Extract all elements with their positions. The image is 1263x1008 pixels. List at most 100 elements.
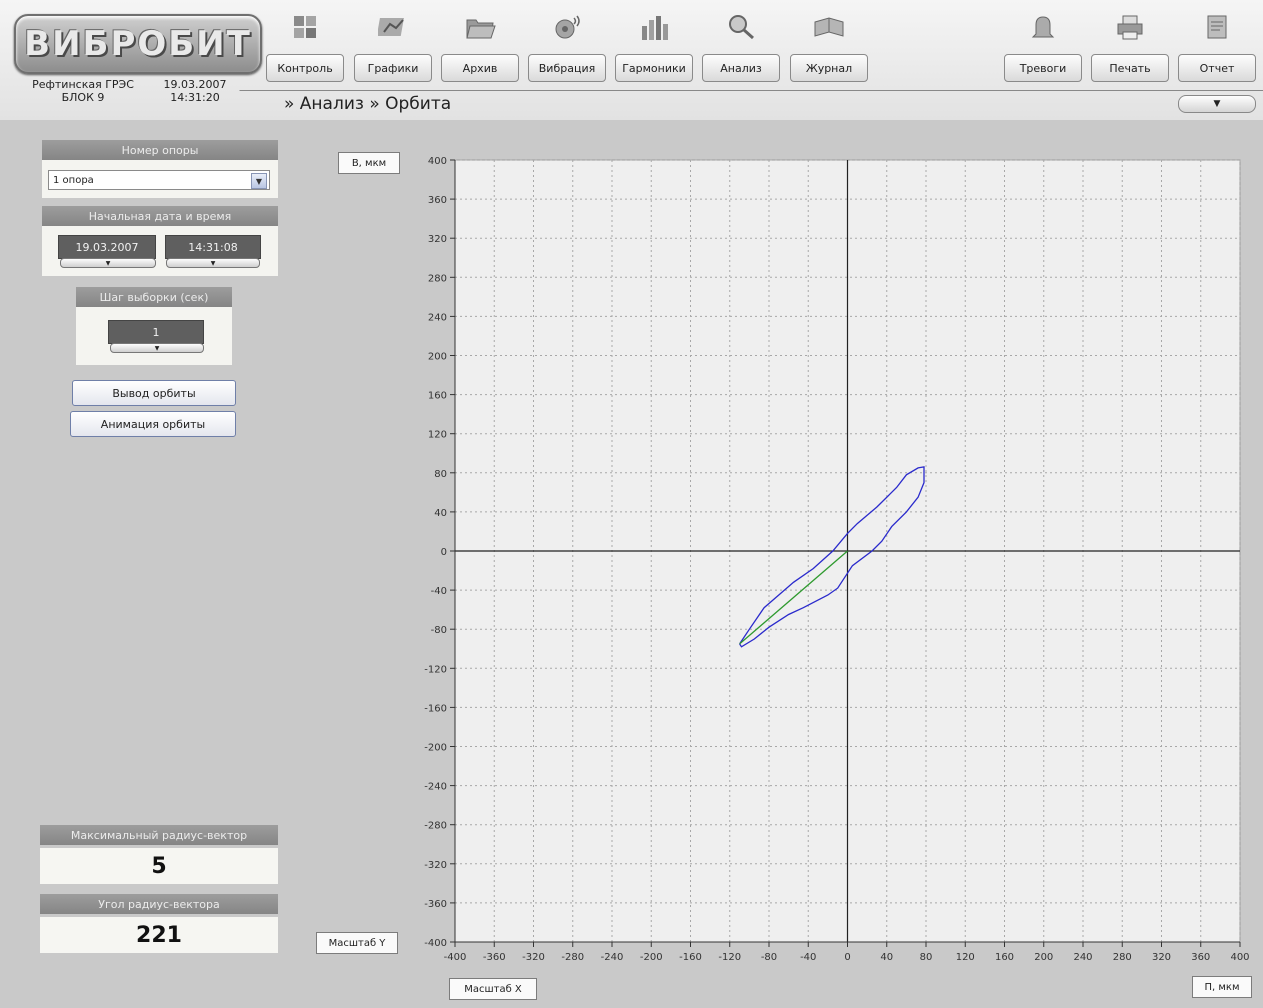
nav-label: Анализ <box>702 54 780 82</box>
folder-icon <box>463 10 497 44</box>
x-tick-label: -120 <box>718 952 741 963</box>
nav-control-button[interactable]: Контроль <box>266 10 344 84</box>
x-tick-label: 320 <box>1152 952 1171 963</box>
x-tick-label: -360 <box>483 952 506 963</box>
y-tick-label: 40 <box>434 508 447 519</box>
y-tick-label: 320 <box>428 234 447 245</box>
y-tick-label: -40 <box>431 586 447 597</box>
station-block: БЛОК 9 <box>61 91 105 104</box>
nav-label: Графики <box>354 54 432 82</box>
chevron-down-icon[interactable]: ▼ <box>251 173 267 189</box>
current-datetime: 19.03.2007 14:31:20 <box>150 78 240 104</box>
breadcrumb: » Анализ » Орбита <box>284 94 452 114</box>
scale-y-button[interactable]: Масштаб Y <box>316 932 398 954</box>
y-tick-label: -360 <box>424 899 447 910</box>
start-time-field[interactable]: 14:31:08 <box>165 235 261 259</box>
y-tick-label: -400 <box>424 938 447 949</box>
collapse-menu-button[interactable]: ▼ <box>1178 95 1256 113</box>
y-tick-label: 280 <box>428 273 447 284</box>
y-tick-label: -280 <box>424 821 447 832</box>
x-tick-label: -240 <box>601 952 624 963</box>
nav-label: Вибрация <box>528 54 606 82</box>
nav-journal-button[interactable]: Журнал <box>790 10 868 84</box>
nav-charts-button[interactable]: Графики <box>354 10 432 84</box>
book-icon <box>812 10 846 44</box>
nav-analysis-button[interactable]: Анализ <box>702 10 780 84</box>
animate-orbit-button[interactable]: Анимация орбиты <box>70 411 236 437</box>
magnifier-icon <box>724 10 758 44</box>
report-icon <box>1200 10 1234 44</box>
x-tick-label: 200 <box>1034 952 1053 963</box>
y-tick-label: -160 <box>424 703 447 714</box>
bell-icon <box>1026 10 1060 44</box>
x-tick-label: -40 <box>800 952 816 963</box>
y-tick-label: 80 <box>434 469 447 480</box>
x-tick-label: 280 <box>1113 952 1132 963</box>
x-axis-label-button[interactable]: П, мкм <box>1192 976 1252 998</box>
y-axis-label-button[interactable]: В, мкм <box>338 152 400 174</box>
x-tick-label: 0 <box>844 952 850 963</box>
nav-label: Гармоники <box>615 54 693 82</box>
app-logo: ВИБРОБИТ <box>14 14 262 74</box>
y-tick-label: 0 <box>441 547 447 558</box>
y-tick-label: 360 <box>428 195 447 206</box>
output-orbit-button[interactable]: Вывод орбиты <box>72 380 236 406</box>
sample-step-field[interactable]: 1 <box>108 320 204 344</box>
x-tick-label: 360 <box>1191 952 1210 963</box>
nav-label: Печать <box>1091 54 1169 82</box>
logo-text: ВИБРОБИТ <box>24 24 252 64</box>
sample-step-dropdown[interactable]: ▼ <box>110 343 204 353</box>
y-tick-label: 240 <box>428 312 447 323</box>
support-number-select[interactable]: 1 опора ▼ <box>48 170 270 190</box>
scale-x-button[interactable]: Масштаб X <box>449 978 537 1000</box>
chevron-down-icon: ▼ <box>105 259 111 267</box>
sample-step-title: Шаг выборки (сек) <box>76 287 232 307</box>
y-tick-label: -320 <box>424 860 447 871</box>
harmonics-icon <box>637 10 671 44</box>
start-datetime-title: Начальная дата и время <box>42 206 278 226</box>
station-name: Рефтинская ГРЭС <box>32 78 134 91</box>
y-tick-label: 120 <box>428 430 447 441</box>
y-tick-label: -200 <box>424 743 447 754</box>
nav-alarms-button[interactable]: Тревоги <box>1004 10 1082 84</box>
radius-angle-value: 221 <box>40 917 278 953</box>
station-info: Рефтинская ГРЭС БЛОК 9 <box>28 78 138 104</box>
radius-angle-title: Угол радиус-вектора <box>40 894 278 914</box>
nav-harmonics-button[interactable]: Гармоники <box>615 10 693 84</box>
y-tick-label: -80 <box>431 625 447 636</box>
y-tick-label: 200 <box>428 352 447 363</box>
nav-vibration-button[interactable]: Вибрация <box>528 10 606 84</box>
chevron-down-icon: ▼ <box>210 259 216 267</box>
nav-archive-button[interactable]: Архив <box>441 10 519 84</box>
start-time-dropdown[interactable]: ▼ <box>166 258 260 268</box>
charts-icon <box>376 10 410 44</box>
x-tick-label: 240 <box>1073 952 1092 963</box>
monitor-icon <box>288 10 322 44</box>
x-tick-label: -400 <box>444 952 467 963</box>
app-header: ВИБРОБИТ Рефтинская ГРЭС БЛОК 9 19.03.20… <box>0 0 1263 120</box>
x-tick-label: -280 <box>561 952 584 963</box>
support-number-title: Номер опоры <box>42 140 278 160</box>
orbit-chart: 40036032028024020016012080400-40-80-120-… <box>424 156 1249 963</box>
breadcrumb-line <box>258 90 1263 91</box>
x-tick-label: -160 <box>679 952 702 963</box>
nav-print-button[interactable]: Печать <box>1091 10 1169 84</box>
start-date-field[interactable]: 19.03.2007 <box>58 235 156 259</box>
nav-label: Тревоги <box>1004 54 1082 82</box>
max-radius-value: 5 <box>40 848 278 884</box>
x-tick-label: -320 <box>522 952 545 963</box>
y-tick-label: -120 <box>424 664 447 675</box>
chevron-down-icon: ▼ <box>154 344 160 352</box>
start-date-dropdown[interactable]: ▼ <box>60 258 156 268</box>
x-tick-label: 160 <box>995 952 1014 963</box>
y-tick-label: 400 <box>428 156 447 167</box>
x-tick-label: 80 <box>920 952 933 963</box>
max-radius-title: Максимальный радиус-вектор <box>40 825 278 845</box>
nav-label: Архив <box>441 54 519 82</box>
printer-icon <box>1113 10 1147 44</box>
x-tick-label: 40 <box>880 952 893 963</box>
current-date: 19.03.2007 <box>163 78 227 91</box>
vibration-icon <box>550 10 584 44</box>
nav-report-button[interactable]: Отчет <box>1178 10 1256 84</box>
chevron-down-icon: ▼ <box>1213 99 1221 109</box>
